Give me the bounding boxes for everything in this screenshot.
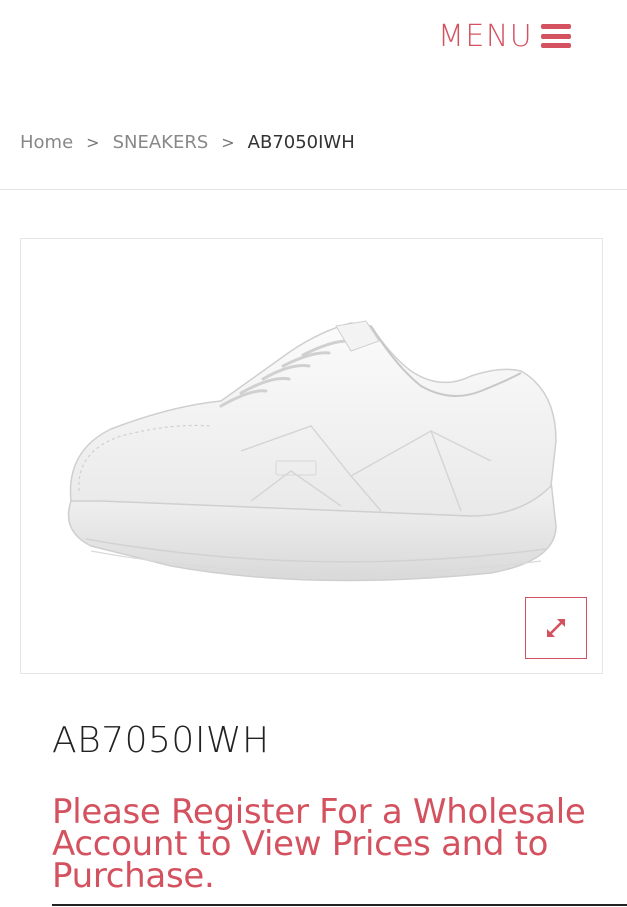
- wholesale-register-notice[interactable]: Please Register For a Wholesale Account …: [52, 795, 592, 893]
- expand-image-button[interactable]: [525, 597, 587, 659]
- hamburger-icon: [541, 24, 572, 48]
- header-divider: [0, 189, 627, 190]
- breadcrumb: Home > SNEAKERS > AB7050IWH: [20, 132, 355, 153]
- product-page: MENU Home > SNEAKERS > AB7050IWH AB7050I…: [0, 0, 627, 907]
- menu-button[interactable]: MENU: [438, 14, 572, 58]
- white-sneaker-image[interactable]: [51, 311, 561, 601]
- product-title: AB7050IWH: [52, 720, 270, 761]
- expand-arrows-icon: [547, 619, 565, 637]
- breadcrumb-separator: >: [86, 133, 100, 152]
- breadcrumb-separator: >: [221, 133, 235, 152]
- menu-label: MENU: [438, 18, 534, 54]
- breadcrumb-home[interactable]: Home: [20, 132, 73, 153]
- breadcrumb-current: AB7050IWH: [247, 132, 355, 153]
- breadcrumb-category[interactable]: SNEAKERS: [113, 132, 209, 153]
- product-image-container: [20, 238, 603, 674]
- content-divider: [52, 904, 627, 906]
